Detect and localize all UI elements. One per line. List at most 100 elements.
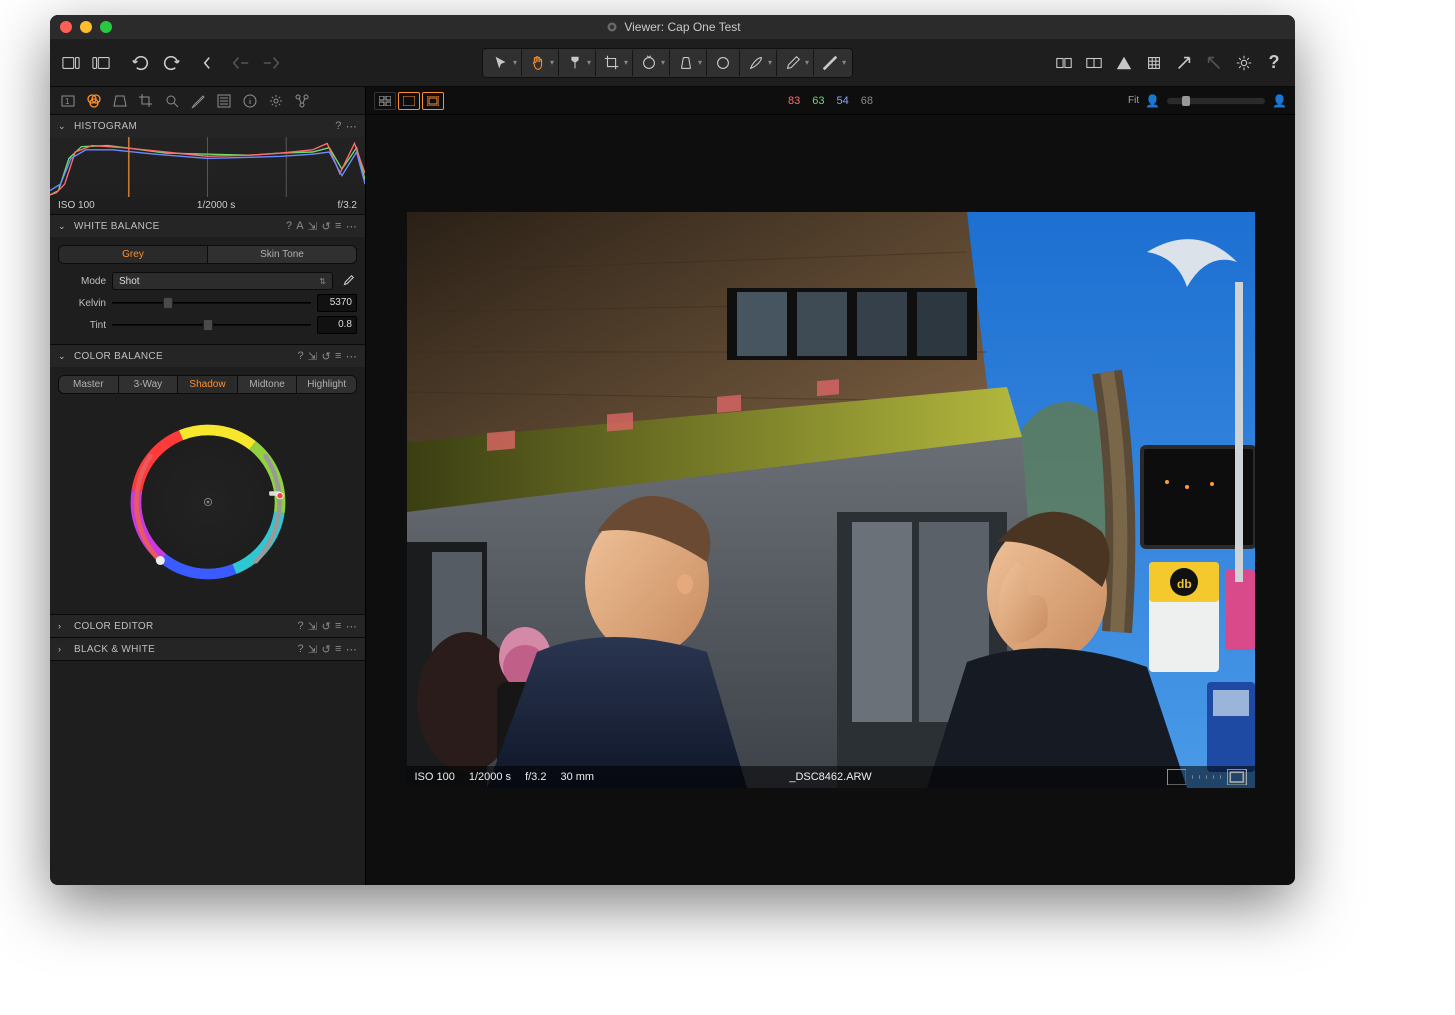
wb-mode-select[interactable]: Shot ⇅ — [112, 272, 333, 290]
fill-tool[interactable] — [561, 50, 589, 76]
view-layout-2-button[interactable] — [88, 50, 114, 76]
black-white-header[interactable]: › BLACK & WHITE ? ⇲ ↺ ≡ ⋯ — [50, 638, 365, 660]
redo-button[interactable] — [158, 50, 184, 76]
cb-tab-shadow[interactable]: Shadow — [178, 376, 238, 393]
keystone-tool[interactable] — [672, 50, 700, 76]
color-balance-header[interactable]: ⌄ COLOR BALANCE ? ⇲ ↺ ≡ ⋯ — [50, 345, 365, 367]
pan-tool[interactable] — [524, 50, 552, 76]
view-layout-1-button[interactable] — [58, 50, 84, 76]
tooltab-color[interactable] — [82, 90, 106, 112]
panel-help-icon[interactable]: ? — [297, 350, 303, 363]
color-editor-header[interactable]: › COLOR EDITOR ? ⇲ ↺ ≡ ⋯ — [50, 615, 365, 637]
face-icon[interactable]: 👤 — [1145, 94, 1160, 108]
kelvin-value[interactable]: 5370 — [317, 294, 357, 312]
chevron-down-icon: ⌄ — [58, 221, 70, 232]
cb-tab-master[interactable]: Master — [59, 376, 119, 393]
panel-help-icon[interactable]: ? — [297, 620, 303, 633]
gradient-tool[interactable] — [816, 50, 844, 76]
undo-button[interactable] — [128, 50, 154, 76]
panel-menu-icon[interactable]: ≡ — [335, 643, 342, 656]
tooltab-metadata[interactable] — [212, 90, 236, 112]
window-title: Viewer: Cap One Test — [62, 20, 1285, 34]
help-button[interactable]: ? — [1261, 50, 1287, 76]
brush-tool[interactable] — [742, 50, 770, 76]
cb-tab-highlight[interactable]: Highlight — [297, 376, 356, 393]
tint-value[interactable]: 0.8 — [317, 316, 357, 334]
tooltab-lens[interactable] — [108, 90, 132, 112]
panel-reset-icon[interactable]: ↺ — [321, 220, 331, 233]
export-button[interactable] — [1171, 50, 1197, 76]
color-wheel[interactable] — [118, 412, 298, 592]
fit-label: Fit — [1128, 95, 1139, 106]
view-mode-single[interactable] — [398, 92, 420, 110]
tooltab-adjust[interactable] — [186, 90, 210, 112]
panel-menu-icon[interactable]: ≡ — [335, 350, 342, 363]
panel-more-icon[interactable]: ⋯ — [346, 620, 357, 633]
color-editor-panel: › COLOR EDITOR ? ⇲ ↺ ≡ ⋯ — [50, 615, 365, 638]
select-tool[interactable] — [487, 50, 515, 76]
settings-button[interactable] — [1231, 50, 1257, 76]
panel-copy-icon[interactable]: ⇲ — [308, 350, 318, 363]
compare-button[interactable] — [1081, 50, 1107, 76]
back-button[interactable] — [228, 50, 254, 76]
color-wheel-container — [58, 402, 357, 608]
warning-button[interactable] — [1111, 50, 1137, 76]
wb-tab-grey[interactable]: Grey — [59, 246, 208, 263]
crop-tool[interactable] — [598, 50, 626, 76]
grid-button[interactable] — [1141, 50, 1167, 76]
panel-menu-icon[interactable]: ≡ — [335, 620, 342, 633]
window-title-text: Viewer: Cap One Test — [624, 20, 740, 34]
view-mode-grid[interactable] — [374, 92, 396, 110]
picker-tool[interactable] — [779, 50, 807, 76]
cb-tabs: Master 3-Way Shadow Midtone Highlight — [58, 375, 357, 394]
reset-button[interactable] — [198, 50, 224, 76]
panel-more-icon[interactable]: ⋯ — [346, 220, 357, 233]
panel-more-icon[interactable]: ⋯ — [346, 643, 357, 656]
svg-text:1: 1 — [65, 97, 70, 106]
panel-menu-icon[interactable]: ≡ — [335, 220, 342, 233]
overlay-shutter: 1/2000 s — [469, 771, 511, 783]
chevron-down-icon: ⌄ — [58, 121, 70, 132]
kelvin-slider[interactable] — [112, 296, 311, 310]
tooltab-gear[interactable] — [264, 90, 288, 112]
rotate-tool[interactable] — [635, 50, 663, 76]
view-mode-frame[interactable] — [422, 92, 444, 110]
tooltab-search[interactable] — [160, 90, 184, 112]
viewer-canvas[interactable]: db — [366, 115, 1295, 885]
panel-more-icon[interactable]: ⋯ — [346, 120, 357, 133]
cb-tab-midtone[interactable]: Midtone — [238, 376, 298, 393]
panel-copy-icon[interactable]: ⇲ — [308, 620, 318, 633]
tooltab-nodes[interactable] — [290, 90, 314, 112]
overlay-rating-dots[interactable] — [1167, 769, 1247, 785]
panel-help-icon[interactable]: ? — [286, 220, 292, 233]
eyedropper-button[interactable] — [339, 272, 357, 290]
forward-button[interactable] — [258, 50, 284, 76]
app-window: Viewer: Cap One Test ▾ ▾ ▾ ▾ ▾ ▾ ▾ ▾ — [50, 15, 1295, 885]
tooltab-info[interactable] — [238, 90, 262, 112]
panel-auto-icon[interactable]: A — [296, 220, 304, 233]
select-caret-icon: ⇅ — [319, 277, 326, 286]
panel-reset-icon[interactable]: ↺ — [321, 643, 331, 656]
histogram-header[interactable]: ⌄ HISTOGRAM ?⋯ — [50, 115, 365, 137]
histogram-graph — [50, 137, 365, 197]
tooltab-crop[interactable] — [134, 90, 158, 112]
panel-help-icon[interactable]: ? — [297, 643, 303, 656]
panel-copy-icon[interactable]: ⇲ — [308, 220, 318, 233]
before-after-button[interactable] — [1051, 50, 1077, 76]
panel-reset-icon[interactable]: ↺ — [321, 620, 331, 633]
person-icon[interactable]: 👤 — [1272, 94, 1287, 108]
tint-slider[interactable] — [112, 318, 311, 332]
cb-tab-3way[interactable]: 3-Way — [119, 376, 179, 393]
zoom-slider[interactable] — [1166, 97, 1266, 105]
spot-tool[interactable] — [709, 50, 737, 76]
tooltab-library[interactable]: 1 — [56, 90, 80, 112]
import-button[interactable] — [1201, 50, 1227, 76]
wb-tab-skin-tone[interactable]: Skin Tone — [208, 246, 356, 263]
app-icon — [606, 21, 618, 33]
white-balance-header[interactable]: ⌄ WHITE BALANCE ? A ⇲ ↺ ≡ ⋯ — [50, 215, 365, 237]
panel-copy-icon[interactable]: ⇲ — [308, 643, 318, 656]
panel-reset-icon[interactable]: ↺ — [321, 350, 331, 363]
histogram-aperture: f/3.2 — [338, 200, 357, 211]
panel-help-icon[interactable]: ? — [335, 120, 341, 133]
panel-more-icon[interactable]: ⋯ — [346, 350, 357, 363]
